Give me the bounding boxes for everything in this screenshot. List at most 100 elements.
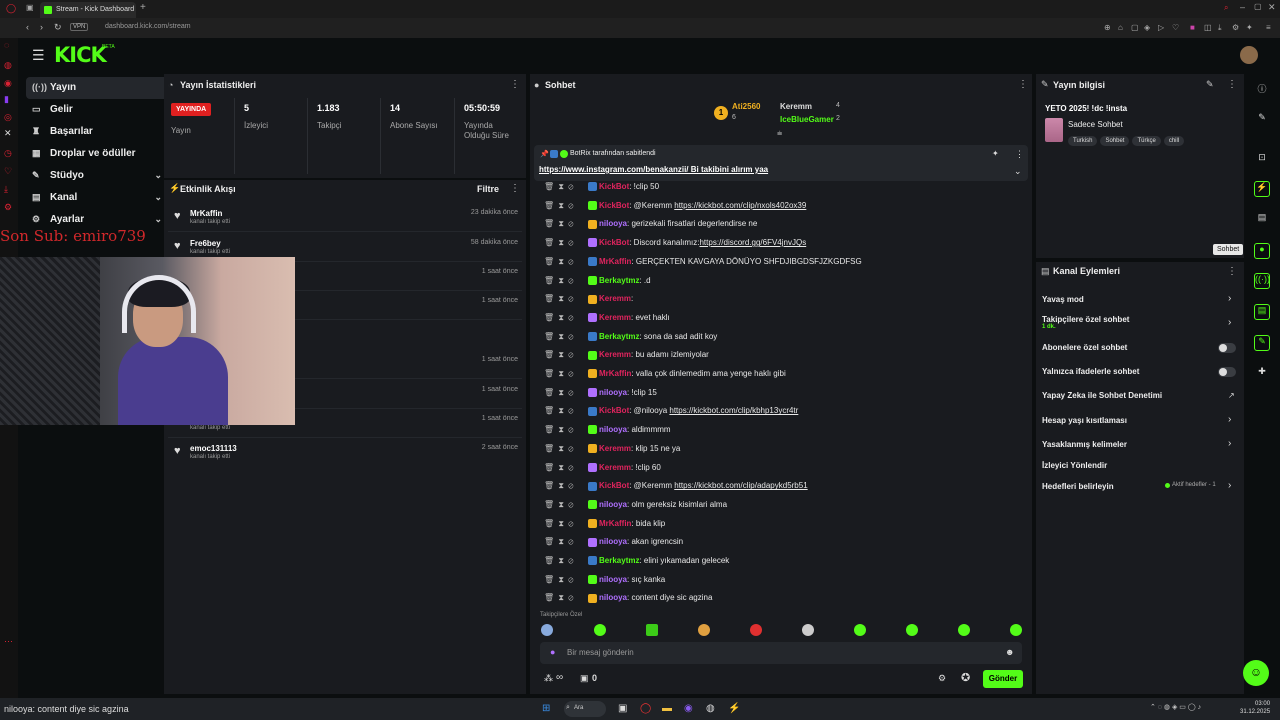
chat-username[interactable]: Keremm	[599, 444, 631, 453]
more-icon[interactable]: ⋯	[4, 636, 13, 647]
edit-icon[interactable]: ✎	[1254, 112, 1270, 128]
mod-actions-icon[interactable]: 🗑 ⧗ ⊘	[544, 294, 588, 304]
chevron-right-icon[interactable]: ›	[1228, 480, 1231, 491]
ai-moderation-label[interactable]: Yapay Zeka ile Sohbet Denetimi	[1042, 391, 1162, 400]
tag[interactable]: Sohbet	[1100, 136, 1130, 146]
tag[interactable]: Turkish	[1068, 136, 1098, 146]
chat-link[interactable]: https://kickbot.com/clip/kbhp13ycr4tr	[669, 406, 798, 415]
app-icon[interactable]: ◉	[684, 703, 693, 714]
mod-tools-icon[interactable]: ✪	[961, 671, 970, 684]
mod-actions-icon[interactable]: 🗑 ⧗ ⊘	[544, 556, 588, 566]
notes-icon[interactable]: ▤	[1254, 212, 1270, 228]
mod-actions-icon[interactable]: 🗑 ⧗ ⊘	[544, 425, 588, 435]
ai-icon[interactable]: ✦	[1246, 23, 1253, 32]
nav-item-drops[interactable]: ▦ Droplar ve ödüller	[26, 143, 172, 165]
external-link-icon[interactable]: ↗	[1228, 391, 1235, 400]
kebab-icon[interactable]: ⋮	[1018, 79, 1028, 90]
emote-icon[interactable]	[1010, 624, 1022, 636]
slow-mode-label[interactable]: Yavaş mod	[1042, 295, 1084, 304]
activity-user[interactable]: MrKaffin	[190, 209, 222, 218]
tag[interactable]: Türkçe	[1132, 136, 1161, 146]
nav-item-achievements[interactable]: ♜ Başarılar	[26, 121, 172, 143]
kick-logo[interactable]: KICK	[54, 43, 107, 67]
download-icon[interactable]: ⤓	[1218, 23, 1222, 33]
activity-user[interactable]: Fre6bey	[190, 239, 221, 248]
chat-username[interactable]: Keremm	[599, 294, 631, 303]
history-icon[interactable]: ◷	[4, 148, 12, 159]
emote-icon[interactable]	[854, 624, 866, 636]
tag[interactable]: chill	[1163, 136, 1185, 146]
mod-actions-icon[interactable]: 🗑 ⧗ ⊘	[544, 519, 588, 529]
chat-username[interactable]: Keremm	[599, 463, 631, 472]
twitch-icon[interactable]: ▮	[4, 94, 9, 105]
app2-icon[interactable]: ⚡	[728, 703, 740, 714]
opera-icon[interactable]: ◌	[4, 40, 9, 50]
wallet-icon[interactable]: ◫	[1204, 23, 1212, 32]
windows-start-icon[interactable]: ⊞	[542, 703, 550, 714]
pinned-text[interactable]: https://www.instagram.com/benakanzii/ Bi…	[539, 165, 768, 174]
chat-username[interactable]: Berkaytmz	[599, 332, 639, 341]
sidebar-settings-icon[interactable]: ⚙	[4, 202, 12, 213]
tabs-menu-icon[interactable]: ▣	[26, 3, 34, 12]
account-age-label[interactable]: Hesap yaşı kısıtlaması	[1042, 416, 1127, 425]
zoom-icon[interactable]: ⊕	[1104, 23, 1111, 32]
actions-panel-toggle[interactable]: ▤	[1254, 304, 1270, 320]
support-button[interactable]: ☺	[1243, 660, 1269, 686]
shield-icon[interactable]: ◈	[1144, 23, 1150, 32]
info-icon[interactable]: ⓘ	[1254, 82, 1270, 98]
tray-icons[interactable]: ⌃ ◌ ◍ ◈ ▭ ◯ ♪	[1150, 703, 1201, 711]
chat-username[interactable]: Berkaytmz	[599, 556, 639, 565]
activity-user[interactable]: emoc131113	[190, 444, 237, 453]
goals-label[interactable]: Hedefleri belirleyin	[1042, 482, 1114, 491]
chat-username[interactable]: nilooya	[599, 500, 627, 509]
chevron-right-icon[interactable]: ›	[1228, 438, 1231, 449]
category-name[interactable]: Sadece Sohbet	[1068, 120, 1123, 129]
mod-actions-icon[interactable]: 🗑 ⧗ ⊘	[544, 406, 588, 416]
chat-username[interactable]: MrKaffin	[599, 519, 631, 528]
nav-item-revenue[interactable]: ▭ Gelir	[26, 99, 172, 121]
kebab-icon[interactable]: ⋮	[1015, 149, 1024, 160]
chat-username[interactable]: nilooya	[599, 575, 627, 584]
edit-icon[interactable]: ✎	[1206, 79, 1214, 90]
chat-link[interactable]: https://kickbot.com/clip/adapykd5rb51	[674, 481, 807, 490]
mod-actions-icon[interactable]: 🗑 ⧗ ⊘	[544, 350, 588, 360]
chat-username[interactable]: KickBot	[599, 481, 629, 490]
nav-item-channel[interactable]: ▤ Kanal ⌄	[26, 187, 172, 209]
kebab-icon[interactable]: ⋮	[510, 79, 520, 90]
close-window-button[interactable]: ✕	[1268, 2, 1276, 13]
chat-username[interactable]: Berkaytmz	[599, 276, 639, 285]
kebab-icon[interactable]: ⋮	[510, 183, 520, 194]
opera-taskbar-icon[interactable]: ◯	[640, 703, 651, 714]
chat-username[interactable]: KickBot	[599, 406, 629, 415]
mod-actions-icon[interactable]: 🗑 ⧗ ⊘	[544, 332, 588, 342]
chat-username[interactable]: nilooya	[599, 593, 627, 602]
back-icon[interactable]: ‹	[26, 22, 29, 32]
emoji-icon[interactable]: ☻	[1005, 647, 1014, 657]
stream-panel-toggle[interactable]: ((·))	[1254, 273, 1270, 289]
emote-icon[interactable]	[906, 624, 918, 636]
taskbar-search[interactable]: ⌕ Ara	[564, 701, 606, 717]
chat-username[interactable]: nilooya	[599, 537, 627, 546]
subs-only-toggle[interactable]	[1218, 343, 1236, 353]
add-widget-icon[interactable]: ✚	[1254, 366, 1270, 382]
mic-icon[interactable]: ●	[550, 647, 555, 657]
emote-icon[interactable]	[802, 624, 814, 636]
nav-item-studio[interactable]: ✎ Stüdyo ⌄	[26, 165, 172, 187]
vpn-badge[interactable]: VPN	[70, 23, 89, 31]
menu-icon[interactable]: ≡	[1266, 23, 1271, 32]
emote-icon[interactable]	[646, 624, 658, 636]
emote-icon[interactable]	[698, 624, 710, 636]
gift-icon[interactable]: ▣	[580, 673, 589, 684]
steam-icon[interactable]: ◍	[706, 703, 715, 714]
whatsapp-icon[interactable]: ◎	[4, 112, 12, 123]
chevron-right-icon[interactable]: ›	[1228, 293, 1231, 304]
maximize-button[interactable]: ▢	[1254, 2, 1262, 11]
broadcast-icon[interactable]: ⊡	[1254, 152, 1270, 168]
banned-words-label[interactable]: Yasaklanmış kelimeler	[1042, 440, 1127, 449]
chat-username[interactable]: Keremm	[599, 313, 631, 322]
url-field[interactable]: dashboard.kick.com/stream	[105, 23, 191, 30]
minimize-button[interactable]: –	[1240, 2, 1245, 12]
chat-username[interactable]: KickBot	[599, 238, 629, 247]
avatar[interactable]	[1240, 46, 1258, 64]
search-tabs-icon[interactable]: ⌕	[1224, 3, 1228, 13]
